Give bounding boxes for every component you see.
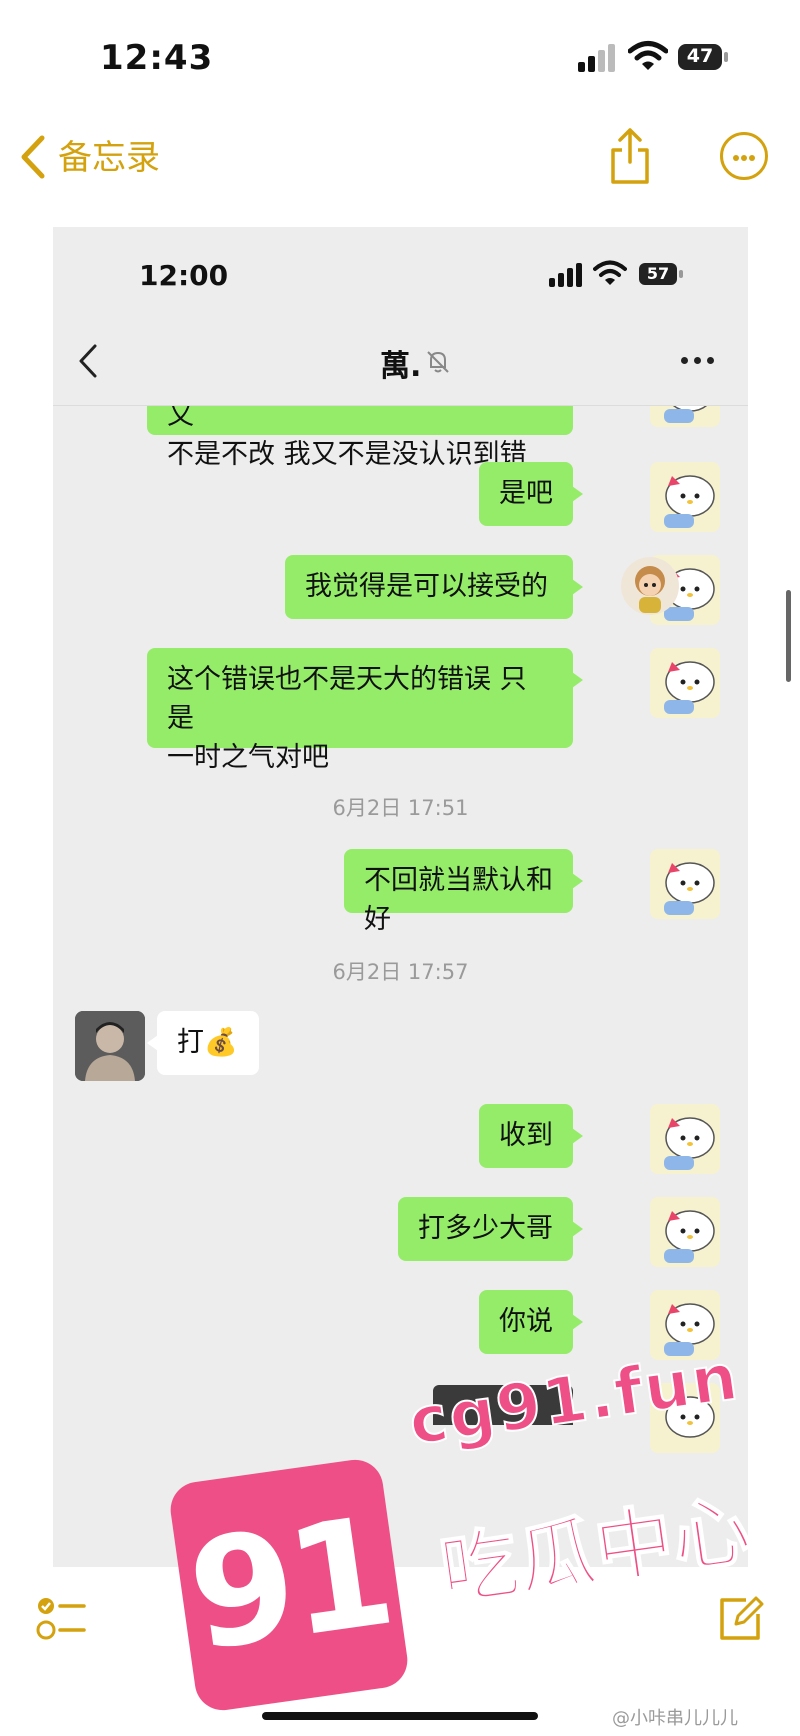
share-icon[interactable] [608,126,652,186]
mute-bell-icon [427,351,449,373]
battery-icon: 47 [678,44,730,72]
message-bubble: 收到 [479,1104,583,1168]
avatar [650,648,720,718]
message-bubble: 不回就当默认和好 [344,849,583,935]
message-bubble: 打💰 [147,1011,259,1075]
status-bar: 12:43 47 [0,0,800,110]
timestamp-label: 6月2日 17:51 [332,796,469,820]
avatar [75,1011,145,1081]
status-time: 12:43 [100,38,214,78]
avatar [650,462,720,532]
message-bubble: 是吧 [479,462,583,526]
back-button[interactable]: 备忘录 [58,130,160,179]
screenshot-status-time: 12:00 [139,259,229,292]
cellular-signal-icon [549,263,582,287]
back-chevron-icon[interactable] [18,134,48,180]
timestamp-label: 6月2日 17:57 [332,960,469,984]
sticker-image [621,557,679,615]
weibo-watermark: @小咔串儿儿儿 [612,1708,738,1729]
battery-icon: 57 [639,263,685,287]
message-bubble: 你说 [479,1290,583,1354]
watermark-badge-text: 91 [179,1485,399,1685]
compose-icon[interactable] [716,1594,764,1642]
chat-more-icon [681,357,717,365]
message-bubble: 打多少大哥 [398,1197,583,1261]
wifi-icon [593,260,627,285]
avatar [650,1104,720,1174]
wifi-icon [628,41,668,70]
message-bubble: 我觉得是可以接受的 [285,555,583,619]
more-options-button[interactable] [720,132,768,180]
home-indicator[interactable] [262,1712,538,1720]
scrollbar[interactable] [786,590,791,682]
watermark-logo: 91 [167,1456,411,1714]
notes-header: 备忘录 [0,110,800,210]
screenshot-battery-level: 57 [646,264,670,283]
screenshot-status-bar: 12:00 57 [53,227,748,317]
back-chevron-icon [79,344,97,378]
checklist-icon[interactable] [36,1594,88,1642]
chat-title: 萬. [380,349,422,384]
message-bubble: 这个错误也不是天大的错误 只是 一时之气对吧 [147,648,583,773]
cellular-signal-icon [578,44,615,72]
chat-header: 萬. [53,317,748,406]
avatar [650,849,720,919]
avatar [650,1197,720,1267]
battery-level: 47 [686,45,714,67]
